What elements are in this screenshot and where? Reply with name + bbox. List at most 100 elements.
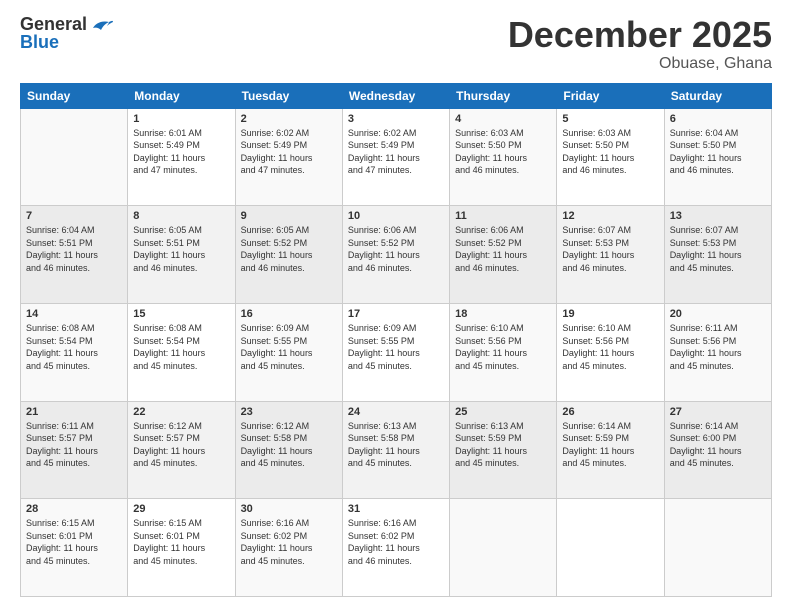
day-info: Sunrise: 6:12 AM Sunset: 5:57 PM Dayligh… xyxy=(133,420,229,470)
day-number: 6 xyxy=(670,113,766,125)
day-info: Sunrise: 6:10 AM Sunset: 5:56 PM Dayligh… xyxy=(562,322,658,372)
logo-bird-icon xyxy=(91,18,113,41)
day-number: 11 xyxy=(455,210,551,222)
day-info: Sunrise: 6:11 AM Sunset: 5:56 PM Dayligh… xyxy=(670,322,766,372)
calendar-cell xyxy=(664,499,771,597)
day-info: Sunrise: 6:06 AM Sunset: 5:52 PM Dayligh… xyxy=(455,224,551,274)
day-info: Sunrise: 6:13 AM Sunset: 5:59 PM Dayligh… xyxy=(455,420,551,470)
calendar-cell xyxy=(557,499,664,597)
day-info: Sunrise: 6:16 AM Sunset: 6:02 PM Dayligh… xyxy=(241,517,337,567)
day-info: Sunrise: 6:09 AM Sunset: 5:55 PM Dayligh… xyxy=(241,322,337,372)
day-info: Sunrise: 6:10 AM Sunset: 5:56 PM Dayligh… xyxy=(455,322,551,372)
day-number: 13 xyxy=(670,210,766,222)
title-section: December 2025 Obuase, Ghana xyxy=(508,15,772,73)
day-info: Sunrise: 6:15 AM Sunset: 6:01 PM Dayligh… xyxy=(133,517,229,567)
day-number: 9 xyxy=(241,210,337,222)
day-info: Sunrise: 6:05 AM Sunset: 5:52 PM Dayligh… xyxy=(241,224,337,274)
day-info: Sunrise: 6:14 AM Sunset: 6:00 PM Dayligh… xyxy=(670,420,766,470)
day-number: 12 xyxy=(562,210,658,222)
day-number: 30 xyxy=(241,503,337,515)
day-number: 4 xyxy=(455,113,551,125)
calendar-cell xyxy=(21,108,128,206)
calendar-cell: 24 Sunrise: 6:13 AM Sunset: 5:58 PM Dayli… xyxy=(342,401,449,499)
calendar-cell: 10 Sunrise: 6:06 AM Sunset: 5:52 PM Dayli… xyxy=(342,206,449,304)
calendar-cell: 1Sunrise: 6:01 AM Sunset: 5:49 PM Daylig… xyxy=(128,108,235,206)
calendar-cell: 13 Sunrise: 6:07 AM Sunset: 5:53 PM Dayli… xyxy=(664,206,771,304)
day-info: Sunrise: 6:16 AM Sunset: 6:02 PM Dayligh… xyxy=(348,517,444,567)
calendar-cell: 4 Sunrise: 6:03 AM Sunset: 5:50 PM Daylig… xyxy=(450,108,557,206)
calendar-table: SundayMondayTuesdayWednesdayThursdayFrid… xyxy=(20,83,772,597)
day-number: 22 xyxy=(133,406,229,418)
calendar-cell: 12 Sunrise: 6:07 AM Sunset: 5:53 PM Dayli… xyxy=(557,206,664,304)
calendar-cell: 28Sunrise: 6:15 AM Sunset: 6:01 PM Dayli… xyxy=(21,499,128,597)
day-info: Sunrise: 6:14 AM Sunset: 5:59 PM Dayligh… xyxy=(562,420,658,470)
calendar-cell: 11 Sunrise: 6:06 AM Sunset: 5:52 PM Dayli… xyxy=(450,206,557,304)
day-number: 26 xyxy=(562,406,658,418)
day-number: 3 xyxy=(348,113,444,125)
day-number: 29 xyxy=(133,503,229,515)
day-info: Sunrise: 6:05 AM Sunset: 5:51 PM Dayligh… xyxy=(133,224,229,274)
column-header-monday: Monday xyxy=(128,83,235,108)
day-number: 21 xyxy=(26,406,122,418)
day-info: Sunrise: 6:08 AM Sunset: 5:54 PM Dayligh… xyxy=(26,322,122,372)
calendar-cell: 25Sunrise: 6:13 AM Sunset: 5:59 PM Dayli… xyxy=(450,401,557,499)
day-info: Sunrise: 6:03 AM Sunset: 5:50 PM Dayligh… xyxy=(562,127,658,177)
day-info: Sunrise: 6:15 AM Sunset: 6:01 PM Dayligh… xyxy=(26,517,122,567)
calendar-cell: 7Sunrise: 6:04 AM Sunset: 5:51 PM Daylig… xyxy=(21,206,128,304)
column-header-wednesday: Wednesday xyxy=(342,83,449,108)
day-info: Sunrise: 6:08 AM Sunset: 5:54 PM Dayligh… xyxy=(133,322,229,372)
calendar-week-4: 21 Sunrise: 6:11 AM Sunset: 5:57 PM Dayli… xyxy=(21,401,772,499)
calendar-cell: 19Sunrise: 6:10 AM Sunset: 5:56 PM Dayli… xyxy=(557,303,664,401)
calendar-cell: 16Sunrise: 6:09 AM Sunset: 5:55 PM Dayli… xyxy=(235,303,342,401)
calendar-cell: 8Sunrise: 6:05 AM Sunset: 5:51 PM Daylig… xyxy=(128,206,235,304)
calendar-cell: 21 Sunrise: 6:11 AM Sunset: 5:57 PM Dayli… xyxy=(21,401,128,499)
calendar-week-1: 1Sunrise: 6:01 AM Sunset: 5:49 PM Daylig… xyxy=(21,108,772,206)
day-info: Sunrise: 6:12 AM Sunset: 5:58 PM Dayligh… xyxy=(241,420,337,470)
column-header-saturday: Saturday xyxy=(664,83,771,108)
day-number: 31 xyxy=(348,503,444,515)
day-number: 18 xyxy=(455,308,551,320)
column-header-friday: Friday xyxy=(557,83,664,108)
calendar-cell: 31 Sunrise: 6:16 AM Sunset: 6:02 PM Dayli… xyxy=(342,499,449,597)
day-info: Sunrise: 6:03 AM Sunset: 5:50 PM Dayligh… xyxy=(455,127,551,177)
day-number: 24 xyxy=(348,406,444,418)
day-info: Sunrise: 6:02 AM Sunset: 5:49 PM Dayligh… xyxy=(241,127,337,177)
day-number: 1 xyxy=(133,113,229,125)
calendar-cell: 26 Sunrise: 6:14 AM Sunset: 5:59 PM Dayli… xyxy=(557,401,664,499)
calendar-cell: 6 Sunrise: 6:04 AM Sunset: 5:50 PM Daylig… xyxy=(664,108,771,206)
calendar-cell: 20Sunrise: 6:11 AM Sunset: 5:56 PM Dayli… xyxy=(664,303,771,401)
column-header-tuesday: Tuesday xyxy=(235,83,342,108)
calendar-week-5: 28Sunrise: 6:15 AM Sunset: 6:01 PM Dayli… xyxy=(21,499,772,597)
logo-text-block: General Blue xyxy=(20,15,87,51)
logo: General Blue xyxy=(20,15,113,51)
day-number: 14 xyxy=(26,308,122,320)
calendar-cell: 2 Sunrise: 6:02 AM Sunset: 5:49 PM Daylig… xyxy=(235,108,342,206)
day-number: 10 xyxy=(348,210,444,222)
calendar-cell: 23 Sunrise: 6:12 AM Sunset: 5:58 PM Dayli… xyxy=(235,401,342,499)
day-info: Sunrise: 6:13 AM Sunset: 5:58 PM Dayligh… xyxy=(348,420,444,470)
day-info: Sunrise: 6:04 AM Sunset: 5:50 PM Dayligh… xyxy=(670,127,766,177)
header: General Blue December 2025 Obuase, Ghana xyxy=(20,15,772,73)
calendar-cell: 5Sunrise: 6:03 AM Sunset: 5:50 PM Daylig… xyxy=(557,108,664,206)
column-header-thursday: Thursday xyxy=(450,83,557,108)
calendar-cell: 30 Sunrise: 6:16 AM Sunset: 6:02 PM Dayli… xyxy=(235,499,342,597)
logo-general-text: General xyxy=(20,15,87,33)
page: General Blue December 2025 Obuase, Ghana… xyxy=(0,0,792,612)
calendar-cell: 22 Sunrise: 6:12 AM Sunset: 5:57 PM Dayli… xyxy=(128,401,235,499)
day-number: 2 xyxy=(241,113,337,125)
day-info: Sunrise: 6:09 AM Sunset: 5:55 PM Dayligh… xyxy=(348,322,444,372)
logo-blue-text: Blue xyxy=(20,33,87,51)
calendar-week-3: 14 Sunrise: 6:08 AM Sunset: 5:54 PM Dayli… xyxy=(21,303,772,401)
day-number: 15 xyxy=(133,308,229,320)
day-info: Sunrise: 6:11 AM Sunset: 5:57 PM Dayligh… xyxy=(26,420,122,470)
column-header-sunday: Sunday xyxy=(21,83,128,108)
calendar-cell: 29 Sunrise: 6:15 AM Sunset: 6:01 PM Dayli… xyxy=(128,499,235,597)
day-info: Sunrise: 6:06 AM Sunset: 5:52 PM Dayligh… xyxy=(348,224,444,274)
calendar-cell: 18 Sunrise: 6:10 AM Sunset: 5:56 PM Dayli… xyxy=(450,303,557,401)
calendar-cell: 14 Sunrise: 6:08 AM Sunset: 5:54 PM Dayli… xyxy=(21,303,128,401)
day-number: 17 xyxy=(348,308,444,320)
day-info: Sunrise: 6:07 AM Sunset: 5:53 PM Dayligh… xyxy=(670,224,766,274)
calendar-header-row: SundayMondayTuesdayWednesdayThursdayFrid… xyxy=(21,83,772,108)
day-info: Sunrise: 6:07 AM Sunset: 5:53 PM Dayligh… xyxy=(562,224,658,274)
day-number: 23 xyxy=(241,406,337,418)
